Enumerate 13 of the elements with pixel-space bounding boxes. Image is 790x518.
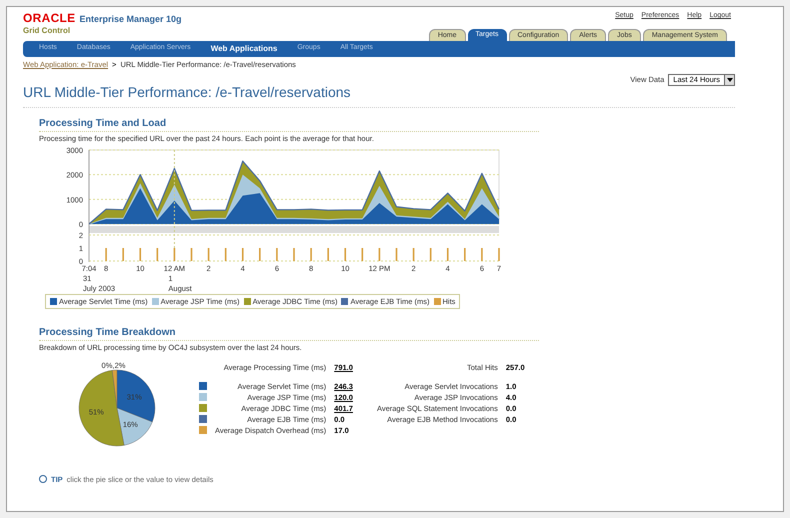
pie-slice[interactable] bbox=[116, 407, 153, 446]
subtab[interactable]: Web Applications bbox=[202, 42, 286, 54]
product-name: Enterprise Manager 10g bbox=[79, 13, 182, 26]
pie-slice[interactable] bbox=[78, 370, 124, 446]
pie-slice[interactable] bbox=[112, 369, 118, 408]
section-title: Processing Time and Load bbox=[39, 116, 539, 132]
product-subtitle: Grid Control bbox=[23, 26, 72, 34]
dropdown-arrow-icon bbox=[724, 74, 734, 85]
tip-icon bbox=[39, 475, 47, 484]
pie-slice[interactable] bbox=[116, 369, 156, 422]
page-title: URL Middle-Tier Performance: /e-Travel/reservations bbox=[23, 82, 735, 108]
oracle-logo: ORACLE bbox=[23, 11, 76, 25]
section-title: Processing Time Breakdown bbox=[39, 325, 539, 342]
